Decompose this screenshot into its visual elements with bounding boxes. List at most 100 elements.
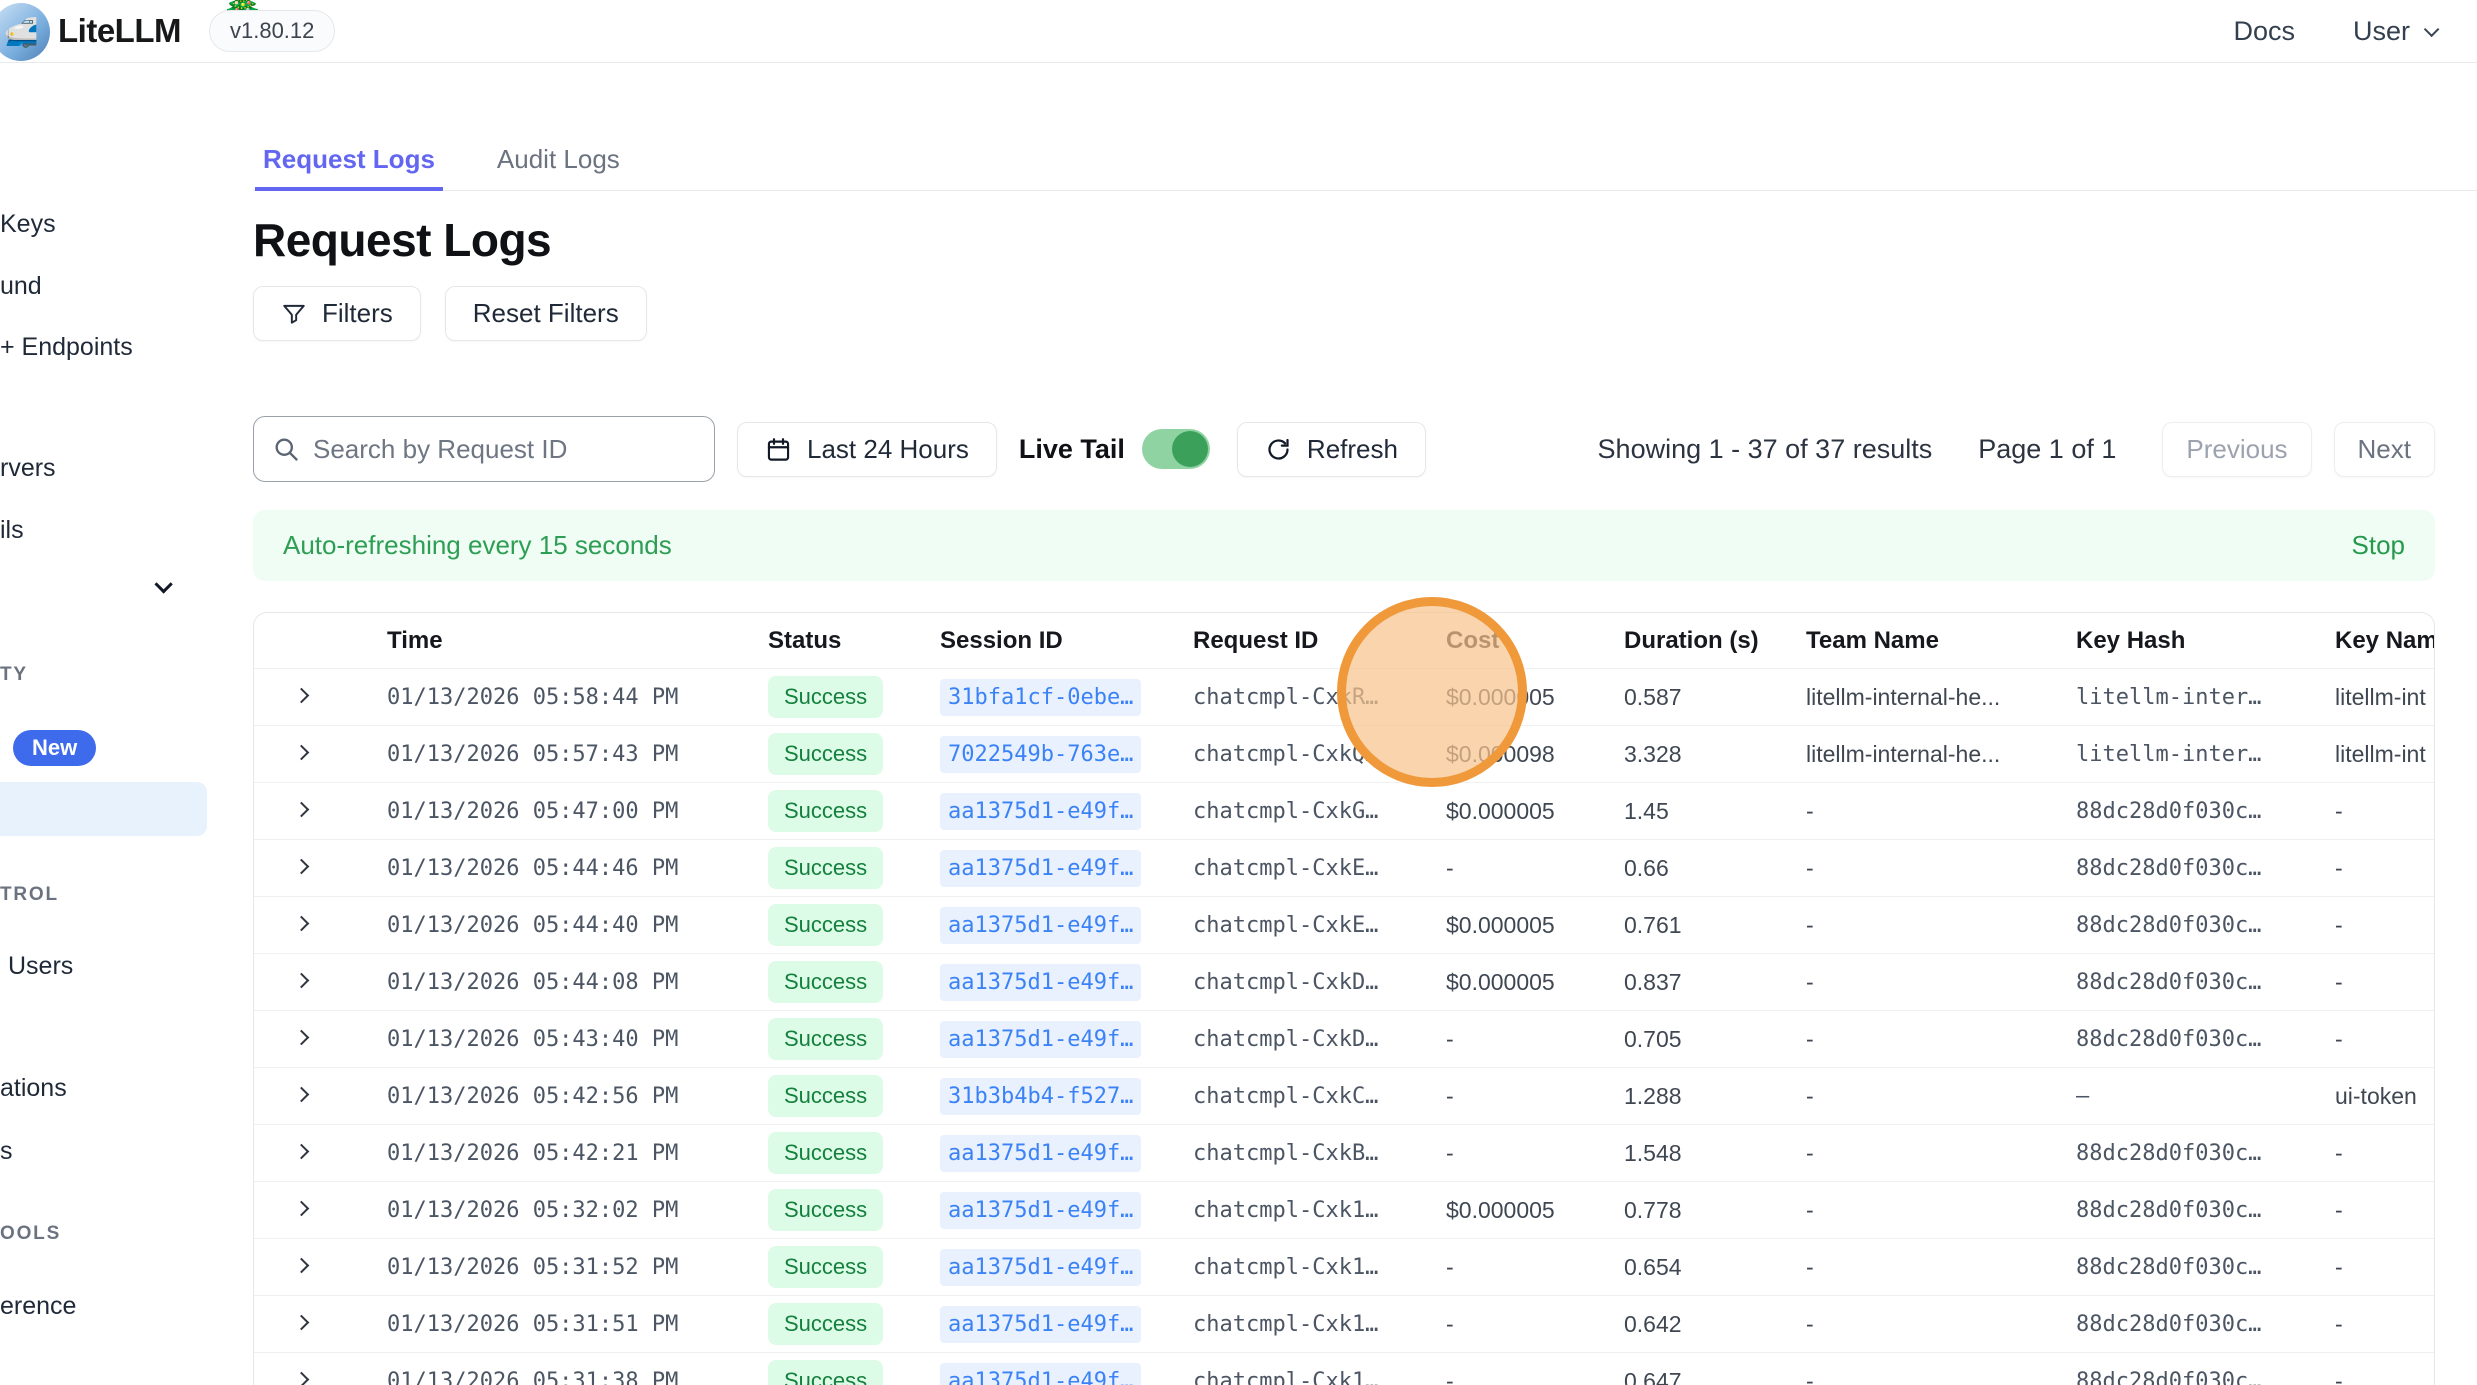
session-id-link[interactable]: aa1375d1-e49f… [940,964,1141,1001]
status-badge: Success [768,1075,883,1117]
time-range-button[interactable]: Last 24 Hours [737,422,997,477]
sidebar-item-teams[interactable]: s [0,1137,13,1166]
toggle-knob [1172,431,1208,467]
session-id-link[interactable]: 31bfa1cf-0ebe… [940,679,1141,716]
page-title: Request Logs [253,215,2477,265]
sidebar-item-models-endpoints[interactable]: + Endpoints [0,333,133,362]
expand-cell [254,859,341,877]
expand-row-icon[interactable] [294,973,310,989]
previous-page-button[interactable]: Previous [2162,422,2311,477]
tab-request-logs[interactable]: Request Logs [255,145,443,191]
nav-docs-label: Docs [2233,16,2295,47]
team-name-cell: - [1801,912,2071,939]
status-badge: Success [768,733,883,775]
session-id-link[interactable]: 31b3b4b4-f527… [940,1078,1141,1115]
cost-cell: $0.000005 [1441,798,1616,825]
duration-cell: 0.66 [1616,855,1801,882]
session-id-link[interactable]: aa1375d1-e49f… [940,1021,1141,1058]
stop-auto-refresh-link[interactable]: Stop [2352,530,2406,561]
nav-user-menu[interactable]: User [2353,16,2435,47]
live-tail-label: Live Tail [1019,434,1125,465]
status-cell: Success [731,1132,936,1174]
status-badge: Success [768,790,883,832]
sidebar-item-organizations[interactable]: ations [0,1074,67,1103]
session-id-link[interactable]: aa1375d1-e49f… [940,1135,1141,1172]
session-id-link[interactable]: aa1375d1-e49f… [940,1192,1141,1229]
session-id-link[interactable]: aa1375d1-e49f… [940,1249,1141,1286]
table-row: 01/13/2026 05:31:38 PMSuccessaa1375d1-e4… [254,1353,2434,1385]
sidebar-section-observability: TY [0,664,28,686]
expand-row-icon[interactable] [294,745,310,761]
time-cell: 01/13/2026 05:57:43 PM [341,742,731,767]
request-id-cell: chatcmpl-CxkE… [1186,913,1441,938]
expand-row-icon[interactable] [294,916,310,932]
team-name-cell: litellm-internal-he... [1801,684,2071,711]
team-name-cell: - [1801,1197,2071,1224]
refresh-button[interactable]: Refresh [1237,422,1426,477]
tab-audit-logs[interactable]: Audit Logs [489,145,628,191]
nav-docs-link[interactable]: Docs [2233,16,2295,47]
table-row: 01/13/2026 05:43:40 PMSuccessaa1375d1-e4… [254,1011,2434,1068]
request-id-cell: chatcmpl-CxkR… [1186,685,1441,710]
expand-row-icon[interactable] [294,1087,310,1103]
sidebar-collapse-control[interactable] [155,580,168,598]
request-id-cell: chatcmpl-CxkD… [1186,1027,1441,1052]
request-id-cell: chatcmpl-CxkC… [1186,1084,1441,1109]
live-tail-toggle[interactable] [1142,429,1210,469]
expand-row-icon[interactable] [294,1030,310,1046]
request-id-cell: chatcmpl-Cxk1… [1186,1255,1441,1280]
expand-row-icon[interactable] [294,1201,310,1217]
expand-row-icon[interactable] [294,688,310,704]
expand-row-icon[interactable] [294,1144,310,1160]
sidebar-item-logs-selected[interactable] [0,782,207,836]
results-summary: Showing 1 - 37 of 37 results [1598,434,1933,465]
sidebar-item-users[interactable]: Users [8,952,73,981]
team-name-cell: - [1801,1311,2071,1338]
sidebar-item-inference[interactable]: erence [0,1292,76,1321]
litellm-logo-icon[interactable]: 🚅 [0,3,50,61]
key-name-cell: - [2331,1197,2435,1224]
session-id-link[interactable]: 7022549b-763e… [940,736,1141,773]
tab-bar: Request Logs Audit Logs [253,145,2477,191]
session-id-cell: aa1375d1-e49f… [936,793,1186,830]
key-hash-cell: 88dc28d0f030c… [2071,856,2331,881]
sidebar-item-guardrails[interactable]: ils [0,516,24,545]
auto-refresh-banner: Auto-refreshing every 15 seconds Stop [253,510,2435,581]
sidebar-item-servers[interactable]: rvers [0,454,56,483]
request-id-cell: chatcmpl-Cxk1… [1186,1369,1441,1385]
session-id-cell: aa1375d1-e49f… [936,1135,1186,1172]
session-id-link[interactable]: aa1375d1-e49f… [940,1306,1141,1343]
status-cell: Success [731,1189,936,1231]
duration-cell: 0.654 [1616,1254,1801,1281]
expand-cell [254,745,341,763]
duration-cell: 0.705 [1616,1026,1801,1053]
session-id-link[interactable]: aa1375d1-e49f… [940,907,1141,944]
cost-cell: $0.000098 [1441,741,1616,768]
sidebar-item-keys[interactable]: Keys [0,210,56,239]
session-id-link[interactable]: aa1375d1-e49f… [940,793,1141,830]
session-id-link[interactable]: aa1375d1-e49f… [940,850,1141,887]
table-body: 01/13/2026 05:58:44 PMSuccess31bfa1cf-0e… [254,669,2434,1385]
expand-row-icon[interactable] [294,859,310,875]
expand-row-icon[interactable] [294,1258,310,1274]
time-cell: 01/13/2026 05:31:38 PM [341,1369,731,1385]
reset-filters-button[interactable]: Reset Filters [445,286,647,341]
session-id-link[interactable]: aa1375d1-e49f… [940,1363,1141,1385]
duration-cell: 0.587 [1616,684,1801,711]
key-hash-cell: litellm-inter… [2071,742,2331,767]
key-name-cell: ui-token [2331,1083,2435,1110]
next-page-button[interactable]: Next [2334,422,2435,477]
key-name-cell: - [2331,1026,2435,1053]
cost-cell: - [1441,1368,1616,1385]
expand-row-icon[interactable] [294,1372,310,1385]
filters-button[interactable]: Filters [253,286,421,341]
key-name-cell: litellm-int [2331,741,2435,768]
request-id-cell: chatcmpl-Cxk1… [1186,1312,1441,1337]
expand-row-icon[interactable] [294,802,310,818]
key-hash-cell: 88dc28d0f030c… [2071,1198,2331,1223]
table-row: 01/13/2026 05:42:21 PMSuccessaa1375d1-e4… [254,1125,2434,1182]
sidebar-item-playground[interactable]: und [0,272,42,301]
search-input[interactable] [313,434,696,465]
status-cell: Success [731,676,936,718]
expand-row-icon[interactable] [294,1315,310,1331]
